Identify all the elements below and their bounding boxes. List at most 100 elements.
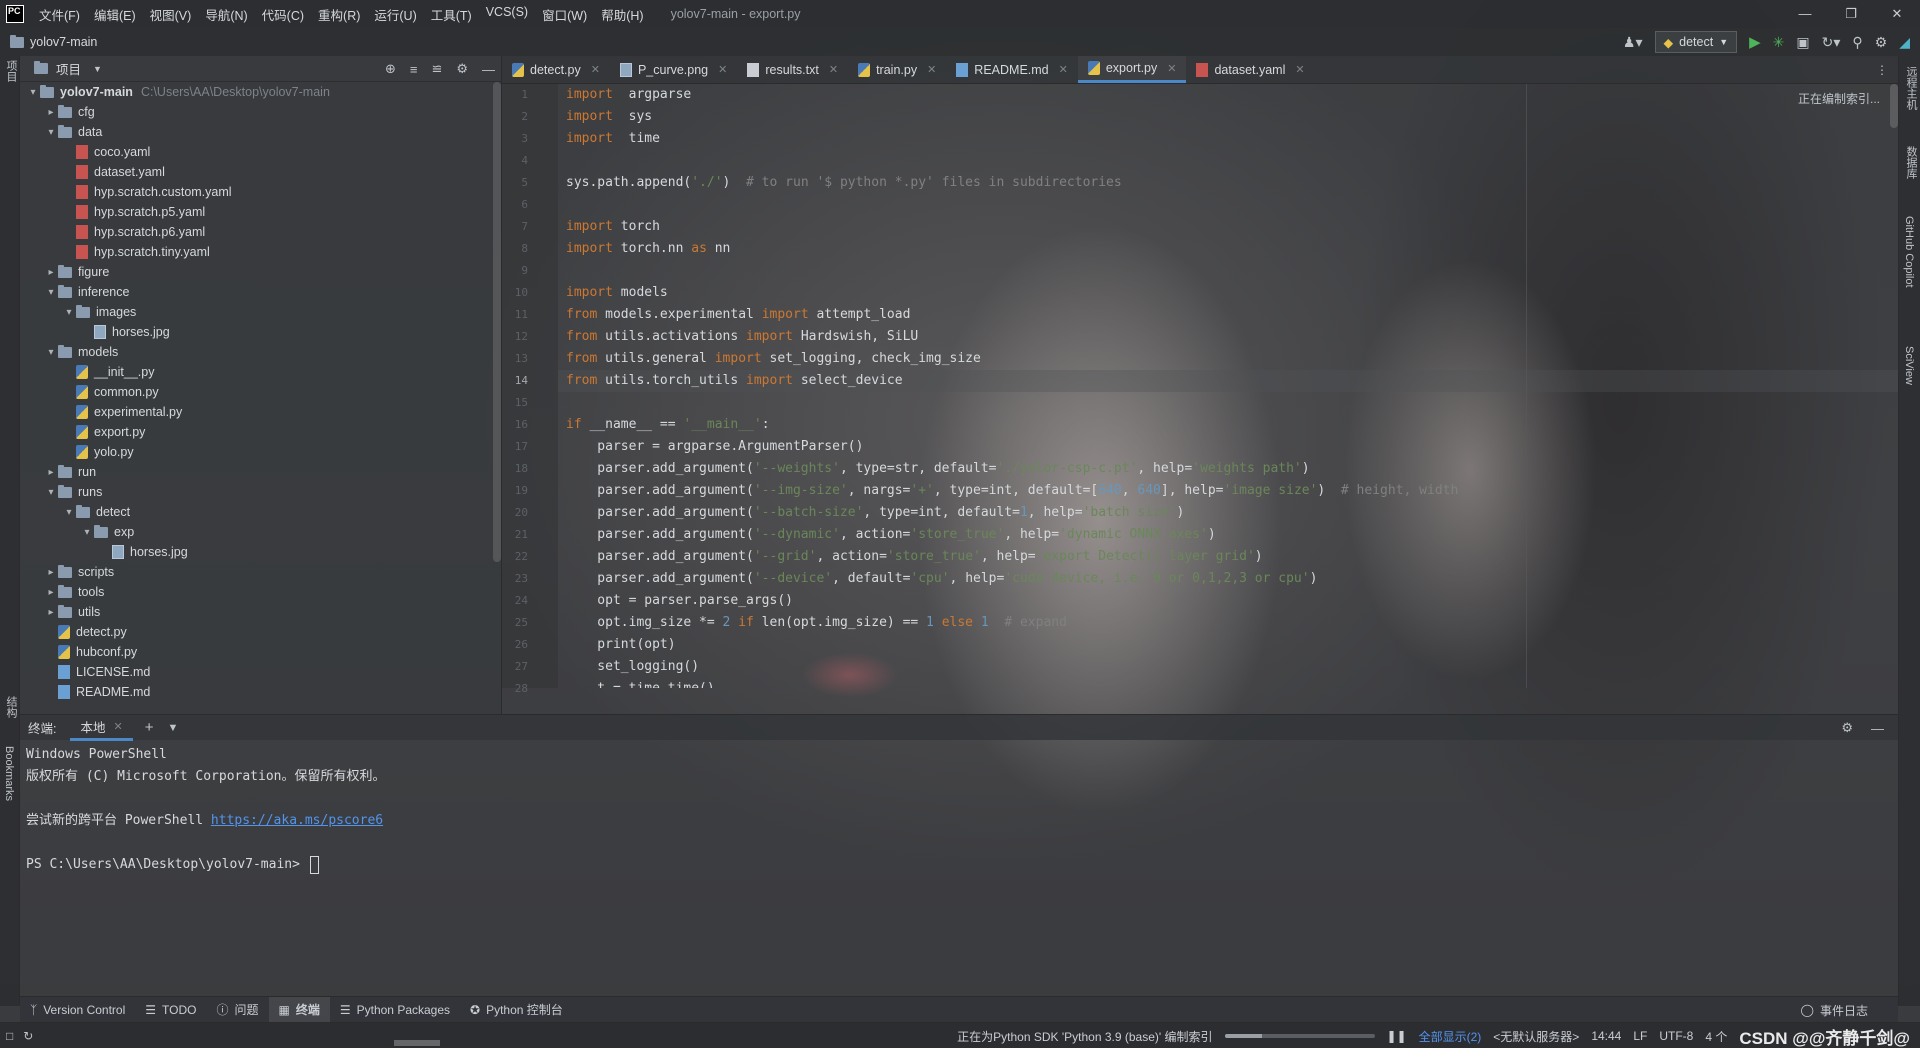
stripe-project-tab[interactable]: 项目 xyxy=(3,60,19,82)
editor-tab[interactable]: README.md ✕ xyxy=(946,56,1078,83)
tree-file[interactable]: experimental.py xyxy=(20,402,501,422)
chevron-right-icon[interactable]: ▸ xyxy=(44,107,58,118)
tree-file[interactable]: LICENSE.md xyxy=(20,662,501,682)
indent-setting[interactable]: 4 个 xyxy=(1705,1028,1727,1045)
server-status[interactable]: <无默认服务器> xyxy=(1493,1028,1579,1045)
chevron-right-icon[interactable]: ▸ xyxy=(44,587,58,598)
chevron-down-icon[interactable]: ▾ xyxy=(44,287,58,298)
editor-tab[interactable]: dataset.yaml ✕ xyxy=(1186,56,1314,83)
menu-item[interactable]: 编辑(E) xyxy=(87,5,143,24)
chevron-down-icon[interactable]: ▾ xyxy=(44,127,58,138)
chevron-right-icon[interactable]: ▸ xyxy=(44,567,58,578)
expand-all-icon[interactable]: ≡ xyxy=(410,62,418,77)
tree-folder[interactable]: ▾ data xyxy=(20,122,501,142)
close-icon[interactable]: ✕ xyxy=(927,63,936,76)
todo-button[interactable]: ☰ TODO xyxy=(135,997,206,1023)
menu-item[interactable]: 工具(T) xyxy=(424,5,479,24)
tree-file[interactable]: detect.py xyxy=(20,622,501,642)
caret-position[interactable]: 14:44 xyxy=(1591,1029,1621,1043)
stripe-remote-host-tab[interactable]: 远程主机 xyxy=(1903,66,1919,110)
run-icon[interactable]: ▶ xyxy=(1749,33,1761,51)
menu-item[interactable]: 帮助(H) xyxy=(594,5,650,24)
code-editor[interactable]: import argparse import sys import time sys… xyxy=(558,84,1898,688)
tree-file[interactable]: hubconf.py xyxy=(20,642,501,662)
tree-file[interactable]: horses.jpg xyxy=(20,322,501,342)
tree-folder[interactable]: ▾ exp xyxy=(20,522,501,542)
tree-file[interactable]: __init__.py xyxy=(20,362,501,382)
menu-item[interactable]: 文件(F) xyxy=(32,5,87,24)
toggle-tool-windows-icon[interactable]: □ xyxy=(6,1029,13,1043)
close-icon[interactable]: ✕ xyxy=(114,720,123,733)
tree-file[interactable]: dataset.yaml xyxy=(20,162,501,182)
terminal-output[interactable]: Windows PowerShell 版权所有 (C) Microsoft Co… xyxy=(20,740,1898,996)
menu-item[interactable]: 窗口(W) xyxy=(535,5,594,24)
editor-tab[interactable]: train.py ✕ xyxy=(848,56,946,83)
tree-folder[interactable]: ▾ detect xyxy=(20,502,501,522)
breadcrumb-project[interactable]: yolov7-main xyxy=(30,35,97,49)
tab-options-icon[interactable]: ⋮ xyxy=(1866,56,1898,83)
tree-folder[interactable]: ▸ tools xyxy=(20,582,501,602)
tree-file[interactable]: hyp.scratch.tiny.yaml xyxy=(20,242,501,262)
run-config-select[interactable]: ◆ detect ▼ xyxy=(1654,31,1738,53)
tree-file[interactable]: coco.yaml xyxy=(20,142,501,162)
pause-icon[interactable]: ❚❚ xyxy=(1387,1029,1407,1043)
user-icon[interactable]: ♟▾ xyxy=(1623,34,1643,51)
chevron-down-icon[interactable]: ▾ xyxy=(80,527,94,538)
horizontal-scrollbar[interactable] xyxy=(394,1040,440,1046)
locate-file-icon[interactable]: ⊕ xyxy=(385,61,396,77)
tree-file[interactable]: hyp.scratch.custom.yaml xyxy=(20,182,501,202)
tree-folder[interactable]: ▸ scripts xyxy=(20,562,501,582)
sync-icon[interactable]: ↻ xyxy=(23,1029,33,1043)
menu-item[interactable]: 导航(N) xyxy=(198,5,254,24)
settings-gear-icon[interactable]: ⚙ xyxy=(1875,34,1888,51)
terminal-prompt-line[interactable]: PS C:\Users\AA\Desktop\yolov7-main> xyxy=(26,854,1892,876)
editor-scrollbar[interactable] xyxy=(1890,84,1898,128)
chevron-down-icon[interactable]: ▼ xyxy=(93,64,102,74)
python-packages-button[interactable]: ☰ Python Packages xyxy=(330,997,460,1023)
gear-icon[interactable]: ⚙ xyxy=(456,61,468,77)
tree-scrollbar[interactable] xyxy=(493,82,501,562)
tree-folder[interactable]: ▾ models xyxy=(20,342,501,362)
python-console-button[interactable]: ✪ Python 控制台 xyxy=(460,997,573,1023)
tree-folder[interactable]: ▸ run xyxy=(20,462,501,482)
chevron-down-icon[interactable]: ▾ xyxy=(62,507,76,518)
problems-button[interactable]: ⓘ 问题 xyxy=(206,997,268,1023)
editor-tab[interactable]: results.txt ✕ xyxy=(737,56,848,83)
stripe-database-tab[interactable]: 数据库 xyxy=(1903,146,1919,179)
breadcrumb[interactable]: yolov7-main xyxy=(10,34,97,49)
tree-folder[interactable]: ▾ yolov7-main C:\Users\AA\Desktop\yolov7-m… xyxy=(20,82,501,102)
event-log-button[interactable]: ◯ 事件日志 xyxy=(1801,997,1868,1023)
close-icon[interactable]: ✕ xyxy=(718,63,727,76)
tree-folder[interactable]: ▸ figure xyxy=(20,262,501,282)
tree-folder[interactable]: ▾ runs xyxy=(20,482,501,502)
collapse-all-icon[interactable]: ≌ xyxy=(431,61,442,77)
close-icon[interactable]: ✕ xyxy=(829,63,838,76)
chevron-right-icon[interactable]: ▸ xyxy=(44,467,58,478)
stripe-sciview-tab[interactable]: SciView xyxy=(1903,346,1915,385)
debug-icon[interactable]: ✳ xyxy=(1773,34,1785,51)
new-terminal-icon[interactable]: + xyxy=(145,719,154,736)
tree-folder[interactable]: ▸ utils xyxy=(20,602,501,622)
tree-folder[interactable]: ▾ inference xyxy=(20,282,501,302)
stripe-copilot-tab[interactable]: GitHub Copilot xyxy=(1903,216,1915,288)
close-icon[interactable]: ✕ xyxy=(1167,62,1176,75)
chevron-right-icon[interactable]: ▸ xyxy=(44,267,58,278)
editor-tab[interactable]: P_curve.png ✕ xyxy=(610,56,737,83)
menu-item[interactable]: 运行(U) xyxy=(367,5,423,24)
chevron-down-icon[interactable]: ▾ xyxy=(26,87,40,98)
chevron-down-icon[interactable]: ▾ xyxy=(44,487,58,498)
chevron-right-icon[interactable]: ▸ xyxy=(44,607,58,618)
search-icon[interactable]: ⚲ xyxy=(1852,34,1862,51)
version-control-button[interactable]: ᛉ Version Control xyxy=(20,997,135,1023)
file-encoding[interactable]: UTF-8 xyxy=(1659,1029,1693,1043)
close-icon[interactable]: ✕ xyxy=(591,63,600,76)
terminal-button[interactable]: ▦ 终端 xyxy=(268,996,330,1023)
tree-file[interactable]: common.py xyxy=(20,382,501,402)
hide-panel-icon[interactable]: — xyxy=(482,62,495,77)
editor-tab[interactable]: export.py ✕ xyxy=(1077,56,1187,83)
tree-file[interactable]: hyp.scratch.p5.yaml xyxy=(20,202,501,222)
tree-folder[interactable]: ▾ images xyxy=(20,302,501,322)
tree-file[interactable]: export.py xyxy=(20,422,501,442)
close-icon[interactable]: ✕ xyxy=(1874,0,1920,28)
menu-item[interactable]: VCS(S) xyxy=(479,5,535,24)
